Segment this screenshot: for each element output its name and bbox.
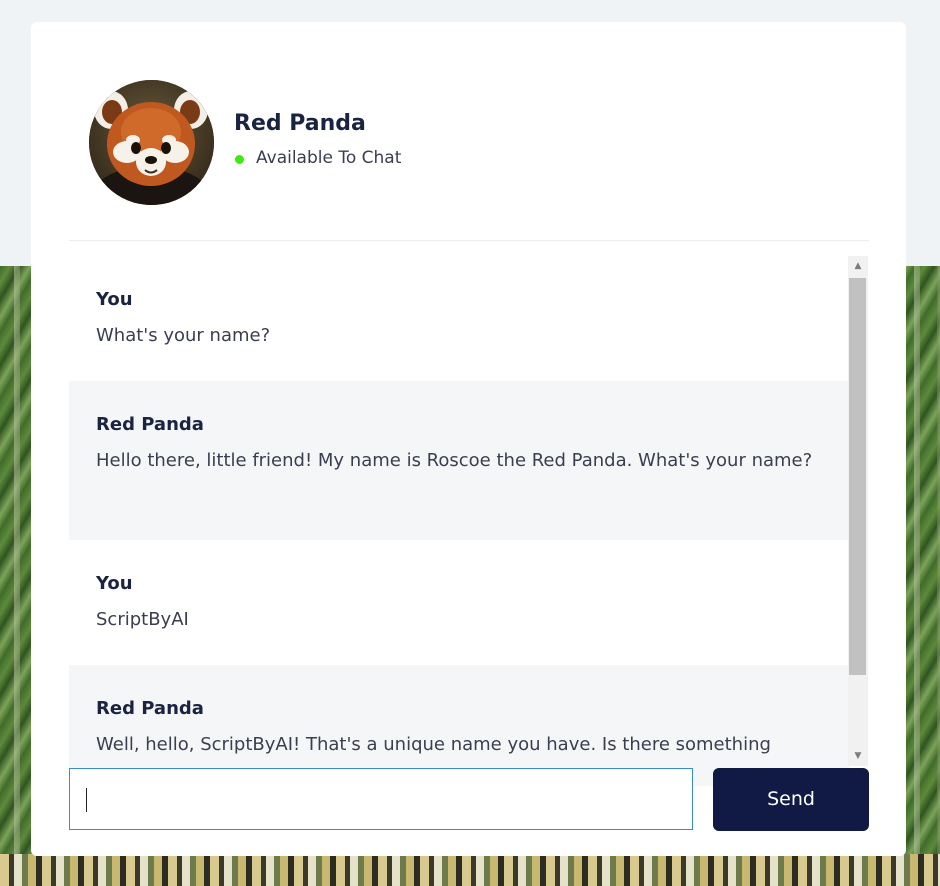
message-text: Hello there, little friend! My name is R… xyxy=(96,450,813,471)
message-author: Red Panda xyxy=(96,698,204,719)
send-button[interactable]: Send xyxy=(713,768,869,831)
red-panda-avatar-image xyxy=(89,80,214,205)
scroll-down-arrow-icon[interactable]: ▼ xyxy=(848,746,868,766)
message-item: Red Panda Hello there, little friend! My… xyxy=(69,381,849,540)
message-item: You ScriptByAI xyxy=(69,540,849,665)
message-text: Well, hello, ScriptByAI! That's a unique… xyxy=(96,734,771,755)
message-author: You xyxy=(96,573,133,594)
page: Red Panda Available To Chat You What's y… xyxy=(0,0,940,886)
message-list[interactable]: You What's your name? Red Panda Hello th… xyxy=(69,256,849,786)
message-text: What's your name? xyxy=(96,325,271,346)
chat-card: Red Panda Available To Chat You What's y… xyxy=(31,22,906,856)
message-scrollbar[interactable]: ▲ ▼ xyxy=(848,256,868,766)
contact-name: Red Panda xyxy=(234,111,366,136)
scrollbar-thumb[interactable] xyxy=(849,278,866,675)
message-item: You What's your name? xyxy=(69,256,849,381)
message-author: You xyxy=(96,289,133,310)
message-author: Red Panda xyxy=(96,414,204,435)
text-caret xyxy=(86,788,87,812)
chat-header: Red Panda Available To Chat xyxy=(69,22,869,241)
avatar xyxy=(89,80,214,205)
contact-status: Available To Chat xyxy=(256,148,402,168)
message-text: ScriptByAI xyxy=(96,609,189,630)
scroll-up-arrow-icon[interactable]: ▲ xyxy=(848,256,868,276)
online-status-dot-icon xyxy=(235,155,244,164)
message-input[interactable] xyxy=(69,768,693,830)
